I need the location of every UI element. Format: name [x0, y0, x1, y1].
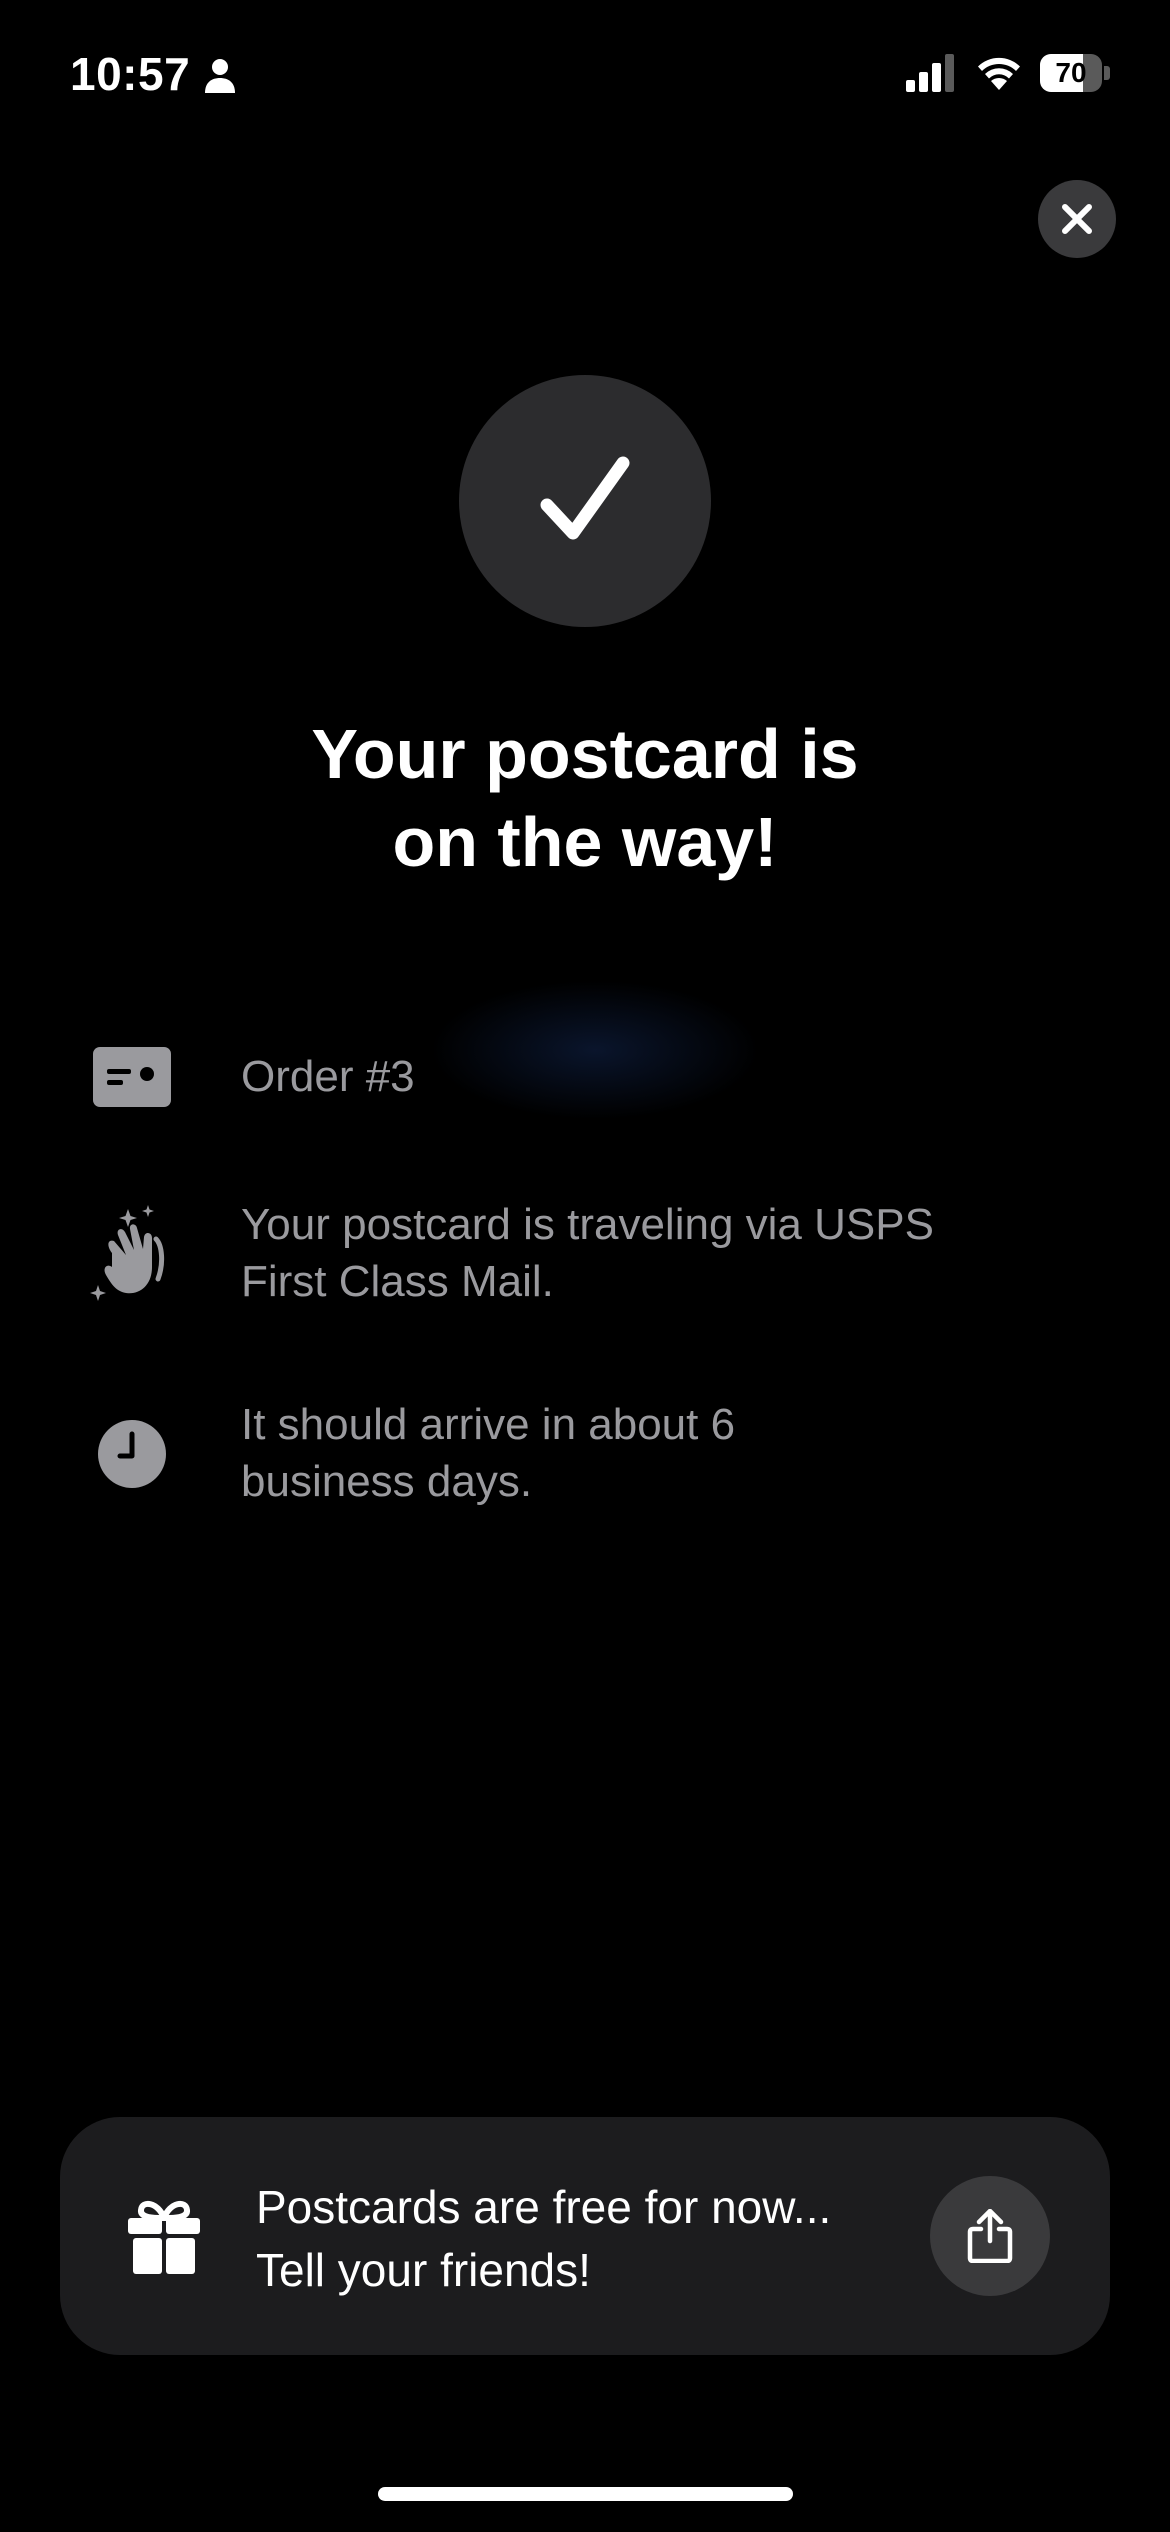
- referral-message-line-1: Postcards are free for now...: [256, 2181, 832, 2233]
- arrival-estimate: It should arrive in about 6 business day…: [241, 1396, 1081, 1510]
- wifi-icon: [978, 57, 1020, 90]
- clapping-hands-icon: [90, 1205, 170, 1301]
- shipping-info: Your postcard is traveling via USPS Firs…: [241, 1196, 1081, 1310]
- cellular-signal-icon: [906, 54, 954, 92]
- page-title: Your postcard is on the way!: [0, 710, 1170, 886]
- share-icon: [967, 2209, 1013, 2263]
- referral-message: Postcards are free for now... Tell your …: [256, 2176, 906, 2302]
- clock-icon: [92, 1418, 172, 1490]
- success-badge: [459, 375, 711, 627]
- shipping-info-line-2: First Class Mail.: [241, 1257, 554, 1306]
- title-line-2: on the way!: [392, 803, 778, 881]
- battery-indicator: 70: [1040, 54, 1110, 92]
- title-line-1: Your postcard is: [311, 715, 859, 793]
- close-button[interactable]: [1038, 180, 1116, 258]
- share-button[interactable]: [930, 2176, 1050, 2296]
- status-time: 10:57: [70, 48, 191, 100]
- person-icon: [205, 59, 235, 93]
- checkmark-icon: [540, 456, 630, 540]
- close-icon: [1062, 204, 1092, 234]
- redaction-blur: [430, 980, 760, 1120]
- id-card-icon: [92, 1044, 172, 1110]
- arrival-estimate-line-1: It should arrive in about 6: [241, 1400, 736, 1449]
- referral-message-line-2: Tell your friends!: [256, 2244, 591, 2296]
- shipping-info-line-1: Your postcard is traveling via USPS: [241, 1200, 934, 1249]
- gift-icon: [128, 2200, 200, 2274]
- home-indicator[interactable]: [378, 2487, 793, 2501]
- arrival-estimate-line-2: business days.: [241, 1457, 533, 1506]
- battery-level: 70: [1055, 57, 1087, 88]
